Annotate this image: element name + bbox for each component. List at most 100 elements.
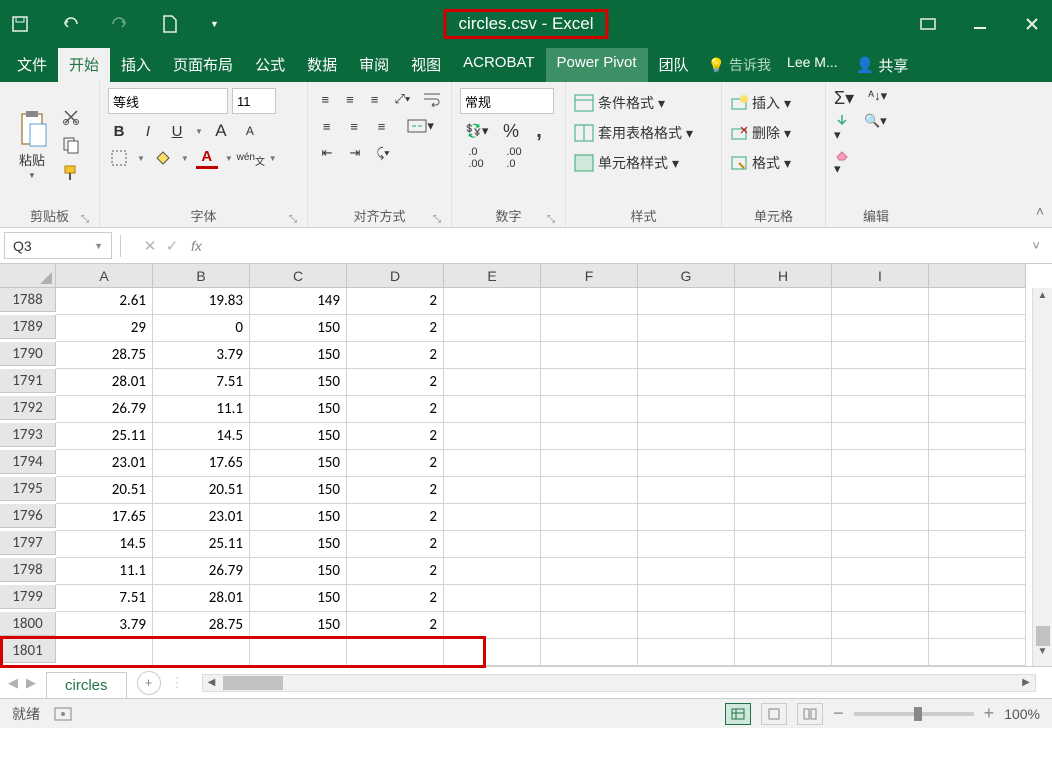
close-icon[interactable] [1022, 14, 1042, 34]
cell[interactable] [638, 342, 735, 369]
row-header[interactable]: 1796 [0, 504, 56, 528]
cell[interactable]: 3.79 [56, 612, 153, 639]
border-icon[interactable] [108, 147, 130, 169]
cell[interactable] [929, 504, 1026, 531]
cell[interactable]: 2 [347, 288, 444, 315]
cell[interactable] [832, 639, 929, 666]
cell[interactable] [444, 612, 541, 639]
column-header[interactable]: C [250, 264, 347, 288]
format-painter-icon[interactable] [62, 164, 80, 182]
cell[interactable] [638, 315, 735, 342]
cell[interactable] [444, 477, 541, 504]
formula-input[interactable] [210, 232, 1025, 259]
cell[interactable] [541, 288, 638, 315]
horizontal-scrollbar[interactable]: ◀ ▶ [202, 674, 1036, 692]
align-center-icon[interactable]: ≡ [343, 115, 364, 137]
cell[interactable] [832, 288, 929, 315]
cell[interactable]: 2 [347, 531, 444, 558]
row-header[interactable]: 1791 [0, 369, 56, 393]
cell[interactable] [832, 450, 929, 477]
cell[interactable] [832, 477, 929, 504]
zoom-slider[interactable] [854, 712, 974, 716]
cell[interactable] [638, 396, 735, 423]
view-page-break-icon[interactable] [797, 703, 823, 725]
row-header[interactable]: 1794 [0, 450, 56, 474]
shrink-font-icon[interactable]: A [239, 120, 261, 142]
cell[interactable]: 2 [347, 396, 444, 423]
tab-视图[interactable]: 视图 [400, 48, 452, 82]
accept-formula-icon[interactable]: ✓ [161, 237, 183, 255]
cell[interactable]: 2 [347, 612, 444, 639]
fill-color-icon[interactable] [152, 147, 174, 169]
cell[interactable] [929, 477, 1026, 504]
bold-button[interactable]: B [108, 120, 130, 142]
dialog-launcher-icon[interactable]: ⤡ [433, 214, 441, 225]
cell[interactable] [929, 585, 1026, 612]
italic-button[interactable]: I [137, 120, 159, 142]
expand-formula-bar-icon[interactable]: ˅ [1032, 238, 1040, 253]
cell[interactable] [735, 585, 832, 612]
cell[interactable] [444, 585, 541, 612]
decrease-decimal-icon[interactable]: .00.0 [498, 147, 530, 169]
cell[interactable] [541, 342, 638, 369]
cell[interactable] [541, 585, 638, 612]
cell[interactable]: 2 [347, 558, 444, 585]
tab-文件[interactable]: 文件 [6, 48, 58, 82]
column-header[interactable]: H [735, 264, 832, 288]
cell[interactable] [929, 558, 1026, 585]
cell[interactable] [153, 639, 250, 666]
cell[interactable] [735, 450, 832, 477]
cell[interactable]: 11.1 [56, 558, 153, 585]
cell[interactable]: 26.79 [153, 558, 250, 585]
cell-style-button[interactable]: 单元格样式▾ [574, 148, 713, 178]
number-format-selector[interactable] [460, 88, 554, 114]
cell[interactable] [929, 396, 1026, 423]
zoom-out-button[interactable]: − [833, 703, 844, 724]
cell[interactable]: 150 [250, 612, 347, 639]
cell[interactable]: 3.79 [153, 342, 250, 369]
cell[interactable] [56, 639, 153, 666]
cell[interactable] [347, 639, 444, 666]
cell[interactable] [444, 504, 541, 531]
cell[interactable]: 17.65 [56, 504, 153, 531]
cell[interactable] [638, 612, 735, 639]
row-header[interactable]: 1798 [0, 558, 56, 582]
table-format-button[interactable]: 套用表格格式▾ [574, 118, 713, 148]
cell[interactable]: 23.01 [56, 450, 153, 477]
align-right-icon[interactable]: ≡ [371, 115, 392, 137]
column-header[interactable] [929, 264, 1026, 288]
cell[interactable]: 17.65 [153, 450, 250, 477]
cell[interactable] [735, 477, 832, 504]
cell[interactable]: 19.83 [153, 288, 250, 315]
cell[interactable] [638, 558, 735, 585]
wrap-text-icon[interactable] [421, 88, 443, 110]
cell[interactable] [832, 558, 929, 585]
cell[interactable] [735, 396, 832, 423]
comma-format-icon[interactable]: , [528, 120, 550, 142]
font-size-selector[interactable] [232, 88, 276, 114]
cell[interactable] [735, 342, 832, 369]
percent-format-icon[interactable]: % [500, 120, 522, 142]
cell[interactable] [638, 369, 735, 396]
format-cells-button[interactable]: 格式▾ [730, 148, 817, 178]
cell[interactable]: 26.79 [56, 396, 153, 423]
row-header[interactable]: 1795 [0, 477, 56, 501]
cell[interactable] [444, 558, 541, 585]
cell[interactable] [929, 639, 1026, 666]
cell[interactable] [444, 396, 541, 423]
cell[interactable] [832, 504, 929, 531]
cell[interactable] [638, 504, 735, 531]
cell[interactable] [444, 639, 541, 666]
cell[interactable]: 150 [250, 315, 347, 342]
cell[interactable] [638, 639, 735, 666]
cell[interactable] [638, 585, 735, 612]
merge-icon[interactable]: ▾ [398, 115, 443, 137]
dialog-launcher-icon[interactable]: ⤡ [81, 214, 89, 225]
cell[interactable] [929, 288, 1026, 315]
tab-公式[interactable]: 公式 [244, 48, 296, 82]
dialog-launcher-icon[interactable]: ⤡ [289, 214, 297, 225]
tab-数据[interactable]: 数据 [296, 48, 348, 82]
tab-审阅[interactable]: 审阅 [348, 48, 400, 82]
autosum-icon[interactable]: Σ▾ [834, 88, 854, 109]
cell[interactable]: 20.51 [56, 477, 153, 504]
